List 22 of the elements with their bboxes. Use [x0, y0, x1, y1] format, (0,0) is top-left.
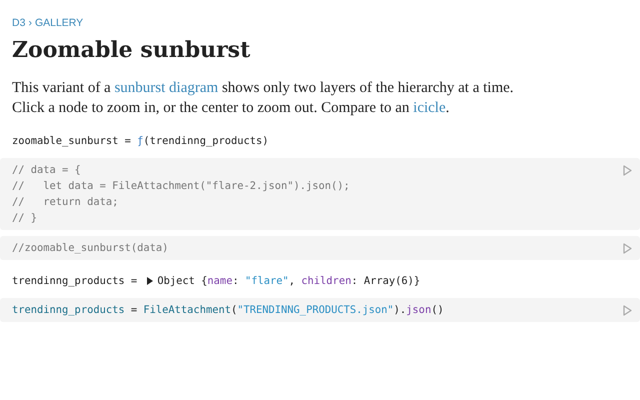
breadcrumb-link[interactable]: GALLERY: [34, 16, 84, 32]
run-icon[interactable]: [623, 164, 632, 176]
code-line: // }: [12, 210, 38, 226]
inline-link[interactable]: icicle: [413, 100, 446, 116]
page-title: Zoomable sunburst: [11, 36, 250, 65]
code-line: trendinng_products = Object {name: "flare", children: Array(6)}: [12, 274, 420, 289]
code-line: // let data = FileAttachment("flare-2.json").json();: [12, 178, 350, 194]
run-icon[interactable]: [623, 242, 632, 254]
breadcrumb-link[interactable]: D3: [12, 16, 26, 32]
code-line: trendinng_products = FileAttachment("TRENDINNG_PRODUCTS.json").json(): [12, 302, 444, 318]
code-line: // return data;: [12, 194, 118, 210]
code-cell[interactable]: //zoomable_sunburst(data): [0, 236, 640, 260]
code-cell[interactable]: // data = { // let data = FileAttachment("flare-2.json").json(); // return data; // }: [0, 158, 640, 230]
description-paragraph: This variant of a sunburst diagram shows only two layers of the hierarchy at a time. Click a node to zoom in, or the center to zoom out. Compare to an icicle.: [11, 78, 514, 118]
code-cell[interactable]: trendinng_products = FileAttachment("TRENDINNG_PRODUCTS.json").json(): [0, 298, 640, 322]
code-line: //zoomable_sunburst(data): [12, 240, 168, 256]
disclosure-triangle-icon[interactable]: [146, 276, 154, 285]
inline-link[interactable]: sunburst diagram: [114, 80, 218, 96]
breadcrumb-separator: ›: [28, 16, 32, 31]
code-line: zoomable_sunburst = ƒ(trendinng_products): [12, 134, 269, 149]
run-icon[interactable]: [623, 304, 632, 316]
code-line: // data = {: [12, 162, 81, 178]
